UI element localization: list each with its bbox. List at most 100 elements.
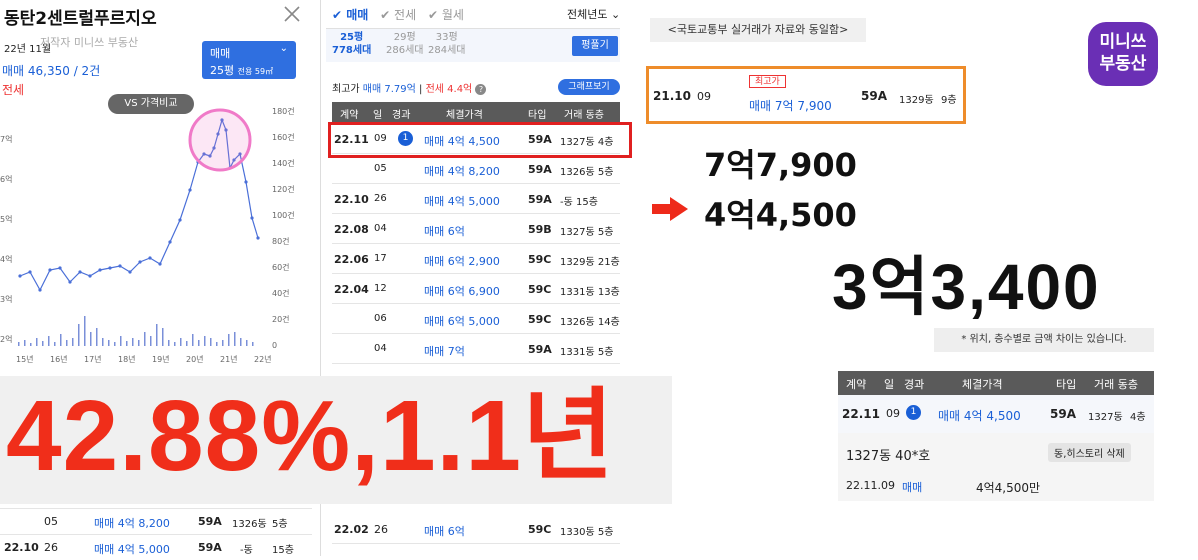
y-tick-label: 2억 [0,334,12,344]
x-tick-label: 17년 [84,354,102,364]
detail-date: 22.11.09 [846,479,895,492]
price-point [244,180,248,184]
volume-bar [84,316,86,346]
price-point [128,270,132,274]
volume-bar [114,342,116,346]
row-dongfloor: 1327동 5층 [560,227,614,238]
price-point [38,288,42,292]
chart-left-axis: 7억 6억 5억 4억 3억 2억 [0,134,12,344]
row-dong: -동 [240,545,253,556]
table-row[interactable]: 22.02 26 매매 6억 59C 1330동 5층 [332,514,620,544]
volume-bar [174,342,176,346]
volume-bar [132,338,134,346]
tab-size-25[interactable]: 25평 778세대 [332,31,371,57]
y2-tick-label: 60건 [272,262,290,272]
help-icon[interactable]: ? [475,84,487,95]
volume-bar [30,343,32,346]
x-tick-label: 22년 [254,354,272,364]
table-row[interactable]: 22.10 26 매매 4억 5,000 59A -동 15층 [332,184,620,214]
volume-bar [204,336,206,346]
x-tick-label: 15년 [16,354,34,364]
volume-bar [156,324,158,346]
history-delete-button[interactable]: 동,히스토리 삭제 [1048,443,1131,462]
price-point [138,260,142,264]
price-difference: 3억3,400 [832,251,1101,323]
volume-bar [180,338,182,346]
row-day: 05 [44,515,58,528]
volume-bar [162,328,164,346]
row-type: 59A [528,193,552,206]
filter-monthly[interactable]: ✔ 월세 [428,8,464,22]
row-day: 12 [374,283,387,294]
y2-tick-label: 120건 [272,184,295,194]
detail-table-row[interactable]: 22.11 09 1 매매 4억 4,500 59A 1327동 4층 [838,395,1154,433]
price-point [178,218,182,222]
table-row[interactable]: 06 매매 6억 5,000 59C 1326동 14층 [332,304,620,334]
price-point [188,188,192,192]
row-price: 매매 4억 5,000 [424,195,500,208]
trade-type-label: 매매 [210,47,231,60]
sale-summary: 매매 46,350 / 2건 [2,64,101,78]
volume-bar [48,336,50,346]
row-dongfloor: 1329동 21층 [560,257,620,268]
volume-bar [78,324,80,346]
size-filter-button[interactable]: 평풀기 [572,36,618,56]
price-point [256,236,260,240]
arrow-right-icon [652,197,688,221]
watermark: 저작자 미니쓰 부동산 [40,36,139,49]
volume-bars [18,316,254,346]
table-row[interactable]: 22.06 17 매매 6억 2,900 59C 1329동 21층 [332,244,620,274]
volume-bar [18,342,20,346]
price-point [148,256,152,260]
y2-tick-label: 180건 [272,106,295,116]
table-row[interactable]: 22.04 12 매매 6억 6,900 59C 1331동 13층 [332,274,620,304]
price-point [28,270,32,274]
row-day: 04 [374,343,387,354]
table-row[interactable]: 05 매매 4억 8,200 59A 1326동 5층 [0,508,312,534]
volume-bar [234,332,236,346]
filter-lease[interactable]: ✔ 전세 [380,8,416,22]
row-type: 59A [198,541,222,554]
price-point [78,270,82,274]
volume-bar [144,332,146,346]
table-row[interactable]: 22.08 04 매매 6억 59B 1327동 5층 [332,214,620,244]
tab-size-33[interactable]: 33평 284세대 [428,31,466,57]
row-type: 59B [528,223,552,236]
row-dongfloor: 1331동 13층 [560,287,620,298]
price-point [88,274,92,278]
year-select[interactable]: 전체년도 ⌄ [567,6,620,22]
lease-label: 전세 [2,83,25,97]
transaction-table-header: 계약 일 경과 체결가격 타입 거래 동층 [332,102,620,122]
table-row[interactable]: 22.10 26 매매 4억 5,000 59A -동 15층 [0,534,312,560]
volume-bar [246,340,248,346]
graph-view-button[interactable]: 그래프보기 [558,79,620,95]
close-icon[interactable] [282,4,302,24]
filter-sale[interactable]: ✔ 매매 [332,8,368,22]
table-row[interactable]: 05 매매 4억 8,200 59A 1326동 5층 [332,154,620,184]
chevron-down-icon: ⌄ [610,8,621,21]
row-type: 59A [528,163,552,176]
vs-compare-button[interactable]: VS 가격비교 [108,94,194,114]
volume-bar [168,340,170,346]
row-contract: 22.08 [334,223,369,236]
table-row[interactable]: 04 매매 7억 59A 1331동 5층 [332,334,620,364]
price-point [108,266,112,270]
price-point [58,266,62,270]
row-price: 매매 4억 8,200 [94,517,170,530]
row-day: 04 [374,223,387,234]
brand-logo: 미니쓰 부동산 [1088,22,1158,86]
tab-size-29[interactable]: 29평 286세대 [386,31,424,57]
price-point [18,274,22,278]
row-price: 매매 6억 2,900 [424,255,500,268]
row-dongfloor: 1331동 5층 [560,347,614,358]
max-price-badge: 최고가 [749,75,786,88]
row-day: 26 [44,541,58,554]
price-after: 4억4,500 [704,196,857,234]
row-type: 59C [528,313,552,326]
x-tick-label: 16년 [50,354,68,364]
trade-type-selector[interactable]: 매매 ⌄ 25평 전용 59㎡ [202,41,296,79]
row-dongfloor: 1326동 5층 [560,167,614,178]
y2-tick-label: 80건 [272,236,290,246]
price-chart: 7억 6억 5억 4억 3억 2억 180건 160건 140건 120건 100건 80건 60건 4… [0,106,295,364]
y2-tick-label: 40건 [272,288,290,298]
